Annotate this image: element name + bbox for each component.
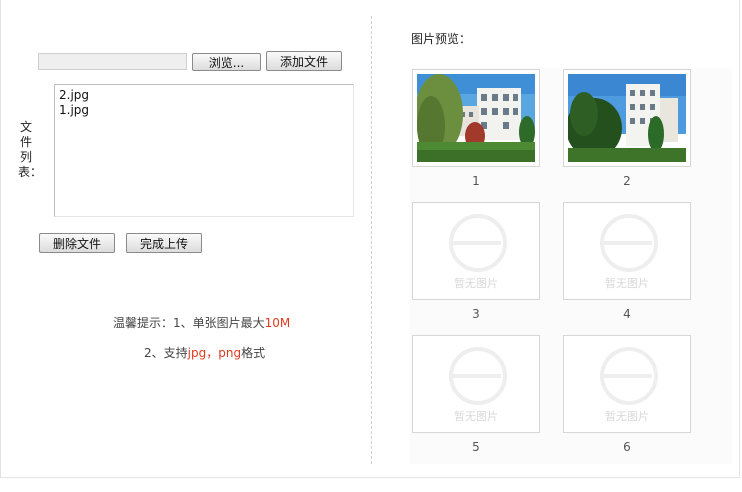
thumb-caption: 3 (472, 307, 480, 321)
tip-text: 温馨提示：1、单张图片最大 (113, 316, 265, 330)
no-image-text: 暂无图片 (605, 410, 649, 423)
no-image-icon-bar (453, 374, 501, 378)
tip-text: 格式 (241, 346, 266, 360)
no-image-icon-bar (604, 241, 652, 245)
preview-thumb-4[interactable]: 暂无图片 (563, 202, 691, 300)
column-divider (371, 16, 372, 464)
preview-thumb-1[interactable] (412, 69, 540, 167)
no-image-icon-bar (604, 374, 652, 378)
preview-thumb-6[interactable]: 暂无图片 (563, 335, 691, 433)
no-image-text: 暂无图片 (454, 277, 498, 290)
file-list-item[interactable]: 2.jpg (59, 88, 349, 103)
file-list-label: 文件列表： (18, 120, 43, 179)
file-list[interactable]: 2.jpg 1.jpg (54, 84, 354, 217)
delete-file-button[interactable]: 删除文件 (39, 233, 115, 253)
no-image-icon-bar (453, 241, 501, 245)
preview-thumb-2[interactable] (563, 69, 691, 167)
thumb-caption: 1 (472, 174, 480, 188)
format-png: png (218, 346, 242, 360)
preview-thumb-5[interactable]: 暂无图片 (412, 335, 540, 433)
no-image-text: 暂无图片 (605, 277, 649, 290)
building-photo (568, 74, 686, 162)
add-file-button[interactable]: 添加文件 (266, 51, 342, 71)
building-photo (417, 74, 535, 162)
thumb-caption: 4 (623, 307, 631, 321)
file-path-input[interactable] (38, 53, 187, 70)
thumb-caption: 6 (623, 440, 631, 454)
max-size-value: 10M (264, 316, 291, 330)
browse-button[interactable]: 浏览... (192, 53, 261, 71)
thumb-caption: 5 (472, 440, 480, 454)
file-list-item[interactable]: 1.jpg (59, 103, 349, 118)
no-image-text: 暂无图片 (454, 410, 498, 423)
preview-thumb-3[interactable]: 暂无图片 (412, 202, 540, 300)
thumb-caption: 2 (623, 174, 631, 188)
tip-text: 2、支持 (144, 346, 188, 360)
preview-title: 图片预览： (411, 32, 472, 46)
format-jpg: jpg (187, 346, 207, 360)
finish-upload-button[interactable]: 完成上传 (126, 233, 202, 253)
format-separator: ， (206, 346, 219, 360)
